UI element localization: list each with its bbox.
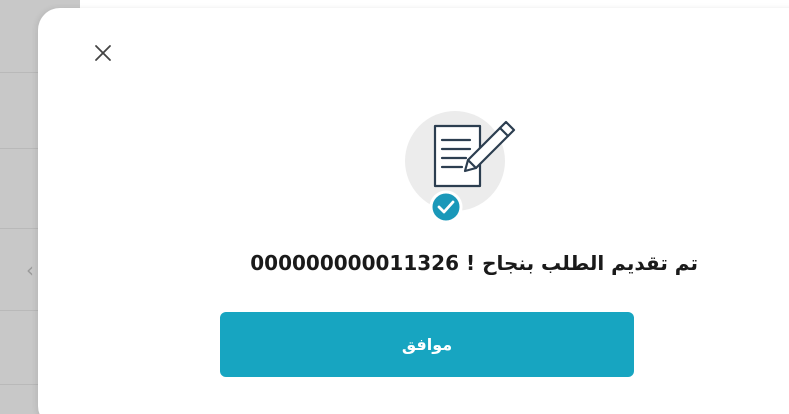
success-dialog: تم تقديم الطلب بنجاح ! 000000000011326 م…: [38, 8, 789, 414]
close-button[interactable]: [92, 42, 114, 64]
success-illustration: [398, 108, 534, 230]
close-icon: [95, 45, 111, 61]
checkmark-badge-icon: [429, 190, 463, 224]
ok-button[interactable]: موافق: [220, 312, 634, 377]
success-message: تم تقديم الطلب بنجاح ! 000000000011326: [250, 251, 698, 275]
